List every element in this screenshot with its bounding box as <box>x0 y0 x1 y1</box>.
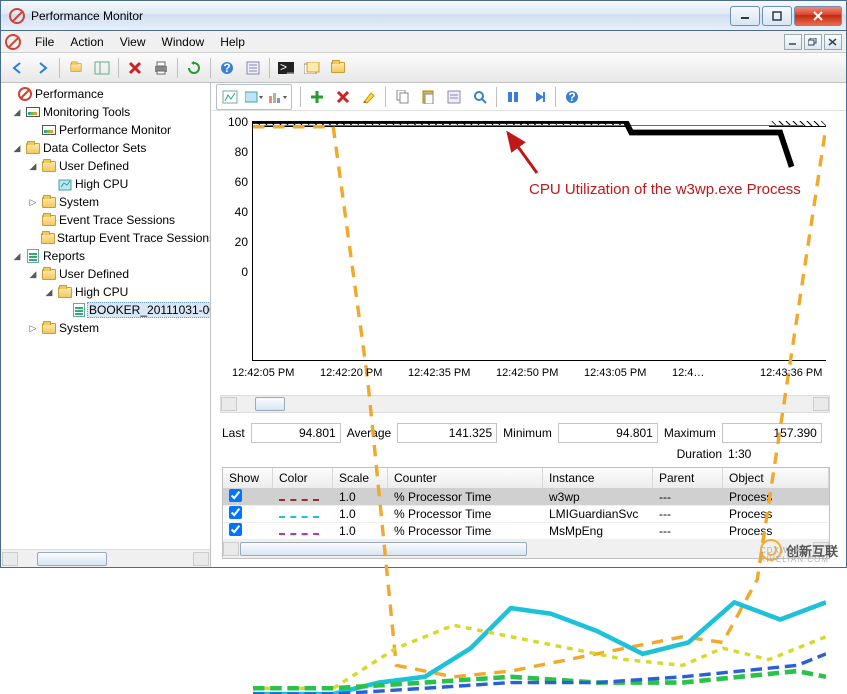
tree-high-cpu[interactable]: High CPU <box>1 175 210 193</box>
content-pane: ? 100 80 60 40 20 <box>211 83 846 567</box>
expand-icon[interactable]: ◢ <box>11 251 23 262</box>
scroll-left-icon[interactable] <box>221 397 237 411</box>
chart-help-button[interactable]: ? <box>560 86 584 108</box>
zoom-button[interactable] <box>468 86 492 108</box>
chart-toolbar: ? <box>212 83 846 111</box>
navigation-tree[interactable]: Performance ◢Monitoring Tools Performanc… <box>1 83 210 549</box>
x-tick: 12:42:05 PM <box>232 367 294 379</box>
tree-reports-system[interactable]: ▷System <box>1 319 210 337</box>
menu-bar: File Action View Window Help <box>1 31 846 53</box>
chart-type-dropdown[interactable] <box>266 86 290 108</box>
y-tick: 60 <box>220 175 248 189</box>
minimize-button[interactable] <box>730 6 760 26</box>
menu-help[interactable]: Help <box>212 32 253 52</box>
expand-icon[interactable]: ◢ <box>11 107 23 118</box>
svg-text:?: ? <box>568 90 575 104</box>
console-button[interactable]: >_ <box>274 56 298 80</box>
annotation-arrow-icon <box>502 129 542 177</box>
chart-annotation: CPU Utilization of the w3wp.exe Process <box>529 181 801 198</box>
expand-icon[interactable]: ▷ <box>27 197 39 208</box>
tree-event-trace[interactable]: Event Trace Sessions <box>1 211 210 229</box>
show-checkbox[interactable] <box>229 489 242 502</box>
scroll-thumb[interactable] <box>37 552 107 566</box>
close-button[interactable] <box>794 6 842 26</box>
tree-reports-high-cpu[interactable]: ◢High CPU <box>1 283 210 301</box>
y-tick: 40 <box>220 205 248 219</box>
mdi-close-button[interactable] <box>824 34 842 50</box>
navigation-tree-pane: Performance ◢Monitoring Tools Performanc… <box>1 83 211 567</box>
x-tick: 12:43:05 PM <box>584 367 646 379</box>
last-label: Last <box>222 426 245 440</box>
x-tick: 12:42:20 PM <box>320 367 382 379</box>
paste-button[interactable] <box>416 86 440 108</box>
add-counter-button[interactable] <box>305 86 329 108</box>
tree-data-collector-sets[interactable]: ◢Data Collector Sets <box>1 139 210 157</box>
view-log-button[interactable] <box>218 86 242 108</box>
y-tick: 100 <box>220 115 248 129</box>
open-folder-button[interactable] <box>326 56 350 80</box>
x-tick: 12:43:36 PM <box>760 367 822 379</box>
y-tick: 0 <box>220 265 248 279</box>
main-toolbar: ? >_ <box>1 53 846 83</box>
tree-report-booker[interactable]: BOOKER_20111031-000002 <box>1 301 210 319</box>
menu-file[interactable]: File <box>27 32 62 52</box>
expand-icon[interactable]: ▷ <box>27 323 39 334</box>
mdi-minimize-button[interactable] <box>784 34 802 50</box>
tree-reports[interactable]: ◢Reports <box>1 247 210 265</box>
forward-button[interactable] <box>31 56 55 80</box>
chart-area: 100 80 60 40 20 0 12:42:05 PM 12:42:20 P… <box>212 111 846 393</box>
highlight-button[interactable] <box>357 86 381 108</box>
expand-icon[interactable]: ◢ <box>43 287 55 298</box>
show-checkbox[interactable] <box>229 506 242 519</box>
title-bar: Performance Monitor <box>1 1 846 31</box>
maximize-button[interactable] <box>762 6 792 26</box>
window-title: Performance Monitor <box>31 9 728 23</box>
x-tick: 12:4… <box>672 367 704 379</box>
print-button[interactable] <box>149 56 173 80</box>
tree-system[interactable]: ▷System <box>1 193 210 211</box>
copy-button[interactable] <box>390 86 414 108</box>
refresh-button[interactable] <box>182 56 206 80</box>
svg-text:?: ? <box>223 61 230 75</box>
scroll-left-icon[interactable] <box>2 552 18 566</box>
tree-performance-monitor[interactable]: Performance Monitor <box>1 121 210 139</box>
help-button[interactable]: ? <box>215 56 239 80</box>
scroll-left-icon[interactable] <box>223 542 239 556</box>
main-split: Performance ◢Monitoring Tools Performanc… <box>1 83 846 567</box>
x-tick: 12:42:50 PM <box>496 367 558 379</box>
tree-root[interactable]: Performance <box>1 85 210 103</box>
new-window-button[interactable] <box>300 56 324 80</box>
scroll-right-icon[interactable] <box>193 552 209 566</box>
update-button[interactable] <box>527 86 551 108</box>
expand-icon[interactable]: ◢ <box>11 143 23 154</box>
properties-button[interactable] <box>442 86 466 108</box>
tree-monitoring-tools[interactable]: ◢Monitoring Tools <box>1 103 210 121</box>
view-type-dropdown[interactable] <box>242 86 266 108</box>
back-button[interactable] <box>5 56 29 80</box>
show-hide-tree-button[interactable] <box>64 56 88 80</box>
x-tick: 12:42:35 PM <box>408 367 470 379</box>
menu-view[interactable]: View <box>112 32 154 52</box>
freeze-button[interactable] <box>501 86 525 108</box>
expand-icon[interactable]: ◢ <box>27 161 39 172</box>
app-small-icon <box>5 34 21 50</box>
expand-icon[interactable]: ◢ <box>27 269 39 280</box>
y-tick: 20 <box>220 235 248 249</box>
mdi-restore-button[interactable] <box>804 34 822 50</box>
svg-text:>_: >_ <box>280 62 294 74</box>
tree-reports-user-defined[interactable]: ◢User Defined <box>1 265 210 283</box>
menu-window[interactable]: Window <box>154 32 213 52</box>
tree-startup-event-trace[interactable]: Startup Event Trace Sessions <box>1 229 210 247</box>
panel-button[interactable] <box>90 56 114 80</box>
chart-lines <box>253 121 826 694</box>
tree-hscrollbar[interactable] <box>1 549 210 567</box>
delete-button[interactable] <box>123 56 147 80</box>
menu-action[interactable]: Action <box>62 32 111 52</box>
tree-user-defined[interactable]: ◢User Defined <box>1 157 210 175</box>
remove-counter-button[interactable] <box>331 86 355 108</box>
y-tick: 80 <box>220 145 248 159</box>
app-icon <box>9 8 25 24</box>
show-checkbox[interactable] <box>229 523 242 536</box>
properties-button[interactable] <box>241 56 265 80</box>
